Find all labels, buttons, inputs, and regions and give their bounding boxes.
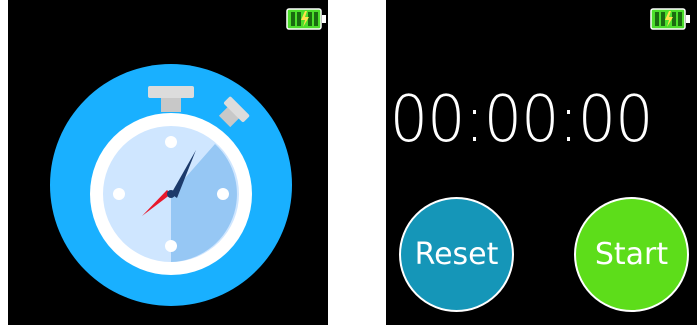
stopwatch-timer-screen: 00:00:00 Reset Start — [386, 0, 697, 325]
stopwatch-launcher-screen — [8, 0, 328, 325]
battery-icon — [650, 8, 690, 30]
watch-screenshots: 00:00:00 Reset Start — [0, 0, 697, 325]
elapsed-time-display: 00:00:00 — [389, 83, 654, 157]
start-button-label: Start — [594, 237, 669, 272]
reset-button-label: Reset — [414, 237, 499, 272]
reset-button[interactable]: Reset — [399, 197, 514, 312]
battery-icon — [286, 8, 326, 30]
stopwatch-icon[interactable] — [50, 64, 292, 306]
start-button[interactable]: Start — [574, 197, 689, 312]
